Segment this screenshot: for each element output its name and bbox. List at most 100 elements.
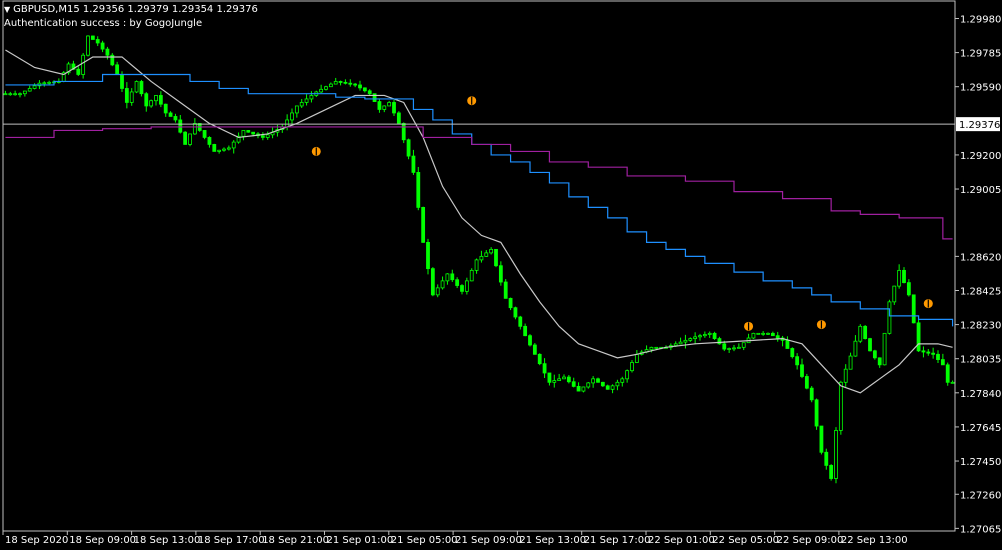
candle-body xyxy=(178,119,183,133)
candle-body xyxy=(115,64,120,75)
blue-indicator-line xyxy=(5,73,954,327)
candle-body xyxy=(800,364,804,377)
candle-body xyxy=(13,93,18,96)
magenta-indicator-line xyxy=(5,126,953,240)
candle-body xyxy=(542,363,547,374)
candle-body xyxy=(741,342,746,348)
candle-body xyxy=(22,90,27,95)
candle-body xyxy=(503,281,508,299)
candle-body xyxy=(226,147,231,150)
candle-body xyxy=(42,82,47,85)
candle-body xyxy=(81,54,86,75)
candle-body xyxy=(683,339,688,343)
candle-body xyxy=(790,348,795,358)
candle-body xyxy=(605,385,610,390)
x-tick-label: 21 Sep 13:00 xyxy=(519,535,586,546)
candle-body xyxy=(882,332,887,366)
current-price-tag: 1.29376 xyxy=(956,117,1000,132)
candle-body xyxy=(829,465,834,479)
candle-body xyxy=(474,259,479,271)
candle-body xyxy=(591,378,596,384)
candle-body xyxy=(173,116,178,121)
candle-body xyxy=(319,88,324,93)
triangle-down-icon[interactable]: ▼ xyxy=(4,5,10,14)
chart-window[interactable]: 1.29980 1.29785 1.29590 1.29200 1.29005 1.286… xyxy=(0,0,1002,550)
candle-body xyxy=(615,381,620,387)
candle-body xyxy=(843,368,848,383)
candle-body xyxy=(18,93,22,96)
candle-body xyxy=(202,130,207,138)
candle-body xyxy=(382,105,387,110)
candle-body xyxy=(90,35,95,40)
candle-body xyxy=(377,101,382,110)
candle-body xyxy=(241,130,246,137)
candle-body xyxy=(586,382,591,388)
candle-body xyxy=(795,356,800,366)
candle-body xyxy=(698,335,702,338)
symbol-quote-text: GBPUSD,M15 1.29356 1.29379 1.29354 1.293… xyxy=(13,4,258,15)
candles-layer xyxy=(3,35,955,484)
candle-body xyxy=(222,148,226,151)
chart-canvas[interactable]: 1.29980 1.29785 1.29590 1.29200 1.29005 1.286… xyxy=(0,0,1002,550)
candle-body xyxy=(654,346,659,349)
candle-body xyxy=(489,248,494,254)
candle-body xyxy=(649,346,654,351)
candle-body xyxy=(294,105,299,114)
candle-body xyxy=(722,343,727,350)
candle-body xyxy=(581,386,586,392)
candle-body xyxy=(620,378,625,383)
candle-body xyxy=(950,381,955,384)
candle-body xyxy=(183,131,188,145)
candle-body xyxy=(707,332,712,335)
candle-body xyxy=(518,316,523,327)
candle-body xyxy=(557,378,562,381)
candle-body xyxy=(144,93,149,107)
candle-body xyxy=(775,335,780,339)
candle-body xyxy=(834,430,838,479)
candle-body xyxy=(309,95,314,100)
candle-body xyxy=(673,343,678,346)
candle-body xyxy=(571,381,576,387)
candle-body xyxy=(858,325,863,342)
candle-body xyxy=(634,353,639,363)
candle-body xyxy=(406,139,411,157)
candle-body xyxy=(809,387,814,401)
candle-body xyxy=(421,207,426,243)
x-tick-label: 18 Sep 13:00 xyxy=(134,535,201,546)
candle-body xyxy=(770,332,775,337)
candle-body xyxy=(95,39,100,44)
candle-body xyxy=(154,95,158,102)
candle-body xyxy=(785,339,790,349)
candle-body xyxy=(625,370,630,380)
candle-body xyxy=(411,155,416,173)
candle-body xyxy=(547,372,552,383)
candle-body xyxy=(445,273,450,282)
candle-body xyxy=(358,84,362,89)
candle-body xyxy=(911,294,916,324)
candle-body xyxy=(848,355,853,370)
candle-body xyxy=(416,172,421,208)
candle-body xyxy=(897,269,902,287)
candle-body xyxy=(47,81,52,84)
y-tick-label: 1.28620 xyxy=(960,252,1001,263)
candle-body xyxy=(916,322,921,352)
candle-body xyxy=(149,100,154,107)
auth-status-text: Authentication success : by GogoJungle xyxy=(4,18,203,29)
x-tick-label: 18 Sep 17:00 xyxy=(198,535,265,546)
candle-body xyxy=(926,351,931,354)
candle-body xyxy=(338,81,343,83)
candle-body xyxy=(158,95,163,105)
candle-body xyxy=(231,141,236,149)
candle-body xyxy=(430,268,435,296)
candle-body xyxy=(168,112,173,117)
candle-body xyxy=(537,353,542,365)
candle-body xyxy=(353,83,358,86)
candle-body xyxy=(124,88,129,103)
candle-body xyxy=(469,269,474,282)
candle-body xyxy=(328,83,333,88)
candle-body xyxy=(139,81,144,95)
candle-body xyxy=(484,252,489,257)
x-tick-label: 22 Sep 09:00 xyxy=(777,535,844,546)
candle-body xyxy=(712,332,717,339)
candle-body xyxy=(207,137,212,145)
